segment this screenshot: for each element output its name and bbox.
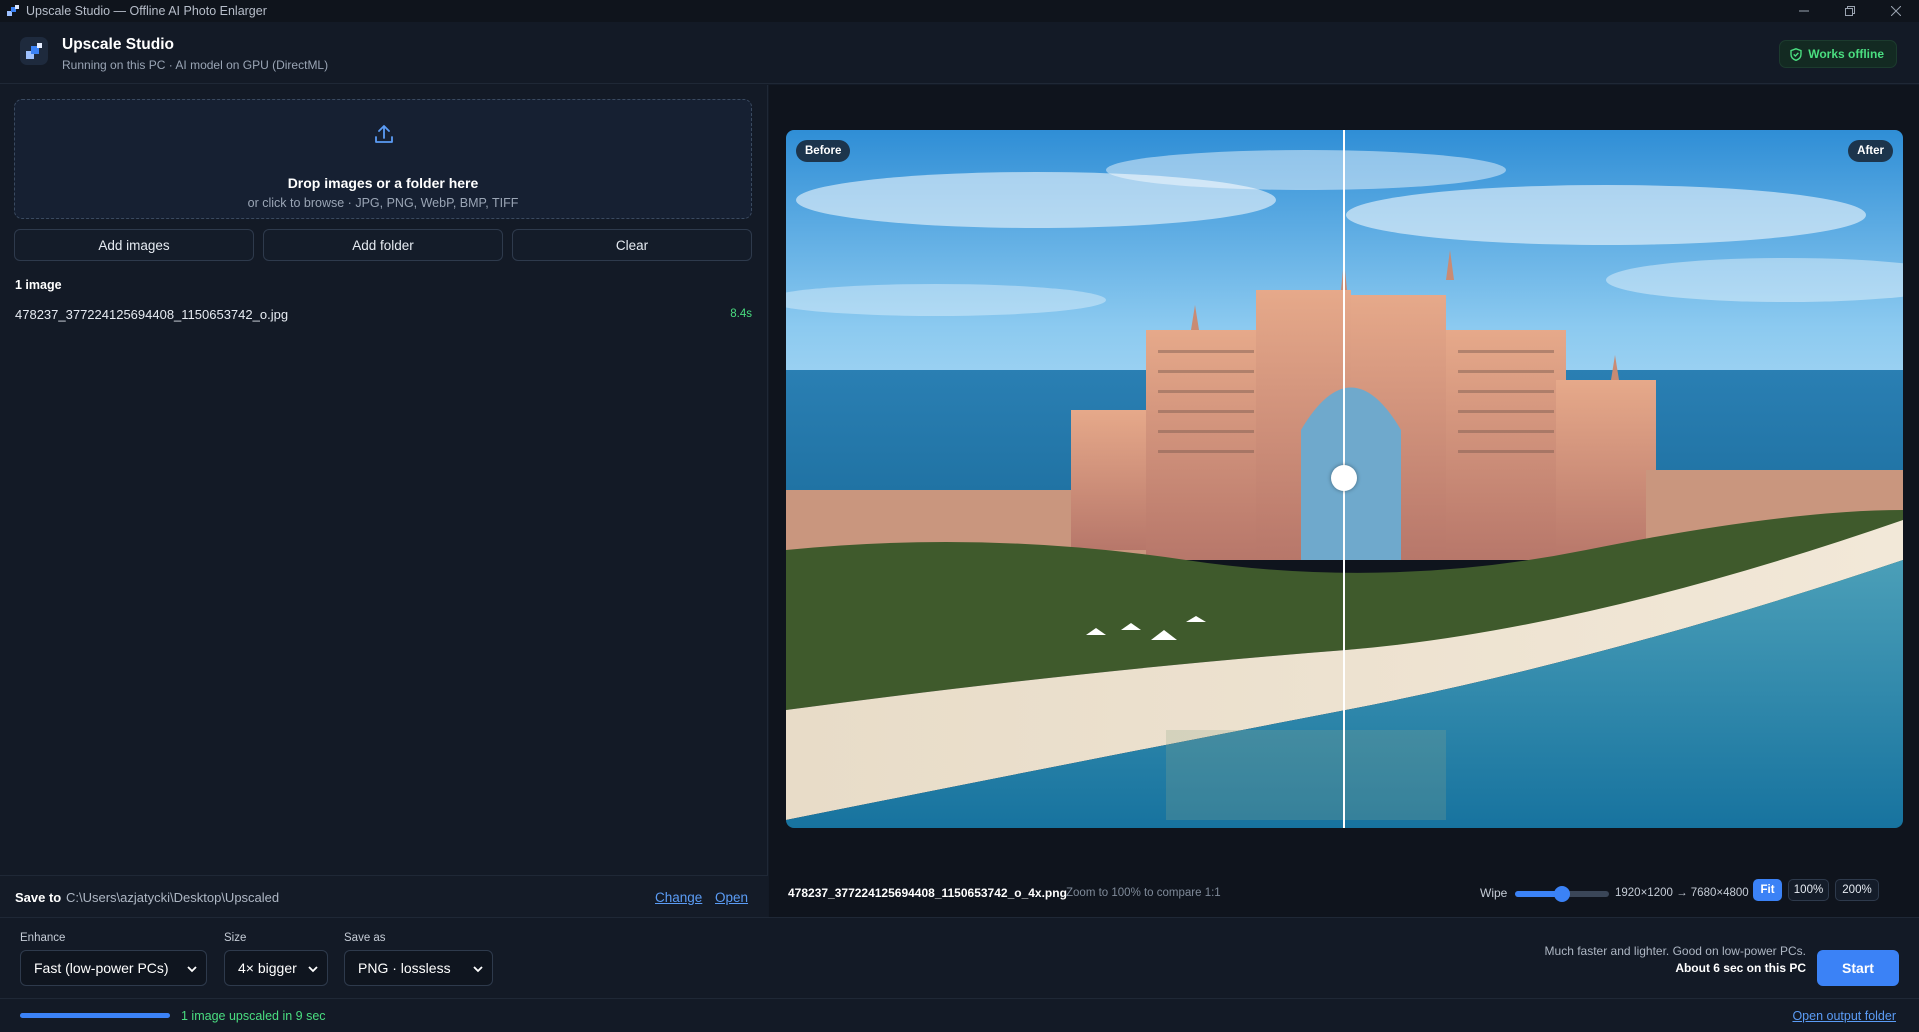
shield-check-icon — [1790, 47, 1802, 61]
zoom-200-button[interactable]: 200% — [1835, 879, 1879, 901]
chevron-down-icon — [473, 966, 483, 973]
file-actions: Add images Add folder Clear — [14, 229, 752, 261]
wipe-label: Wipe — [1480, 886, 1508, 900]
size-select[interactable]: 4× bigger — [224, 950, 328, 986]
progress-bar — [20, 1013, 170, 1018]
add-folder-button[interactable]: Add folder — [263, 229, 503, 261]
enhance-value: Fast (low-power PCs) — [34, 960, 169, 976]
start-button[interactable]: Start — [1817, 950, 1899, 986]
app-logo — [20, 37, 48, 65]
save-to-bar: Save to C:\Users\azjatycki\Desktop\Upsca… — [0, 875, 768, 917]
upload-icon — [375, 125, 393, 143]
chevron-down-icon — [187, 966, 197, 973]
image-count: 1 image — [15, 278, 62, 292]
file-time: 8.4s — [730, 308, 752, 320]
close-icon[interactable] — [1873, 0, 1919, 22]
chevron-down-icon — [308, 966, 318, 973]
dropzone-title: Drop images or a folder here — [287, 175, 479, 191]
zoom-100-button[interactable]: 100% — [1788, 879, 1829, 901]
file-name: 478237_377224125694408_1150653742_o.jpg — [15, 307, 289, 322]
left-panel: Drop images or a folder here or click to… — [0, 85, 768, 917]
list-item[interactable]: 478237_377224125694408_1150653742_o.jpg … — [15, 307, 752, 325]
zoom-fit-button[interactable]: Fit — [1753, 879, 1782, 901]
size-label: Size — [224, 932, 247, 944]
window-title: Upscale Studio — Offline AI Photo Enlarg… — [26, 4, 267, 18]
time-estimate: About 6 sec on this PC — [1675, 961, 1806, 975]
status-text: 1 image upscaled in 9 sec — [181, 1009, 326, 1023]
title-bar: Upscale Studio — Offline AI Photo Enlarg… — [0, 0, 1919, 22]
open-output-folder-link[interactable]: Open output folder — [1792, 1009, 1896, 1023]
app-icon — [6, 4, 20, 18]
clear-button[interactable]: Clear — [512, 229, 752, 261]
wipe-slider-thumb[interactable] — [1554, 886, 1570, 902]
size-value: 4× bigger — [238, 960, 297, 976]
app-name: Upscale Studio — [62, 36, 174, 53]
enhance-select[interactable]: Fast (low-power PCs) — [20, 950, 207, 986]
preview-panel: Before After 478237_377224125694408_1150… — [769, 85, 1919, 917]
output-file-name: 478237_377224125694408_1150653742_o_4x.p… — [788, 886, 1067, 900]
enhance-label: Enhance — [20, 932, 66, 944]
open-link[interactable]: Open — [715, 890, 748, 905]
save-as-value: PNG · lossless — [358, 960, 451, 976]
dropzone-subtitle: or click to browse · JPG, PNG, WebP, BMP… — [247, 196, 519, 210]
app-header: Upscale Studio Running on this PC · AI m… — [0, 22, 1919, 84]
offline-badge-label: Works offline — [1808, 47, 1884, 61]
before-after-compare[interactable]: Before After — [786, 130, 1903, 828]
settings-bar: Enhance Fast (low-power PCs) Size 4× big… — [0, 917, 1919, 1032]
add-images-button[interactable]: Add images — [14, 229, 254, 261]
before-label: Before — [796, 140, 851, 162]
save-to-label: Save to — [15, 890, 62, 905]
save-as-label: Save as — [344, 932, 386, 944]
change-link[interactable]: Change — [655, 890, 702, 905]
minimize-icon[interactable] — [1781, 0, 1827, 22]
wipe-slider[interactable] — [1515, 886, 1609, 902]
save-to-path: C:\Users\azjatycki\Desktop\Upscaled — [66, 890, 280, 905]
after-label: After — [1848, 140, 1893, 162]
dropzone[interactable]: Drop images or a folder here or click to… — [14, 99, 752, 219]
window-controls — [1781, 0, 1919, 22]
app-subtitle: Running on this PC · AI model on GPU (Di… — [62, 58, 329, 72]
mode-hint: Much faster and lighter. Good on low-pow… — [1544, 944, 1806, 958]
resolution-info: 1920×1200 → 7680×4800 — [1615, 887, 1749, 899]
zoom-hint: Zoom to 100% to compare 1:1 — [1066, 887, 1221, 899]
wipe-handle[interactable] — [1331, 465, 1357, 491]
offline-badge: Works offline — [1779, 40, 1897, 68]
restore-icon[interactable] — [1827, 0, 1873, 22]
progress-fill — [20, 1013, 170, 1018]
save-as-select[interactable]: PNG · lossless — [344, 950, 493, 986]
